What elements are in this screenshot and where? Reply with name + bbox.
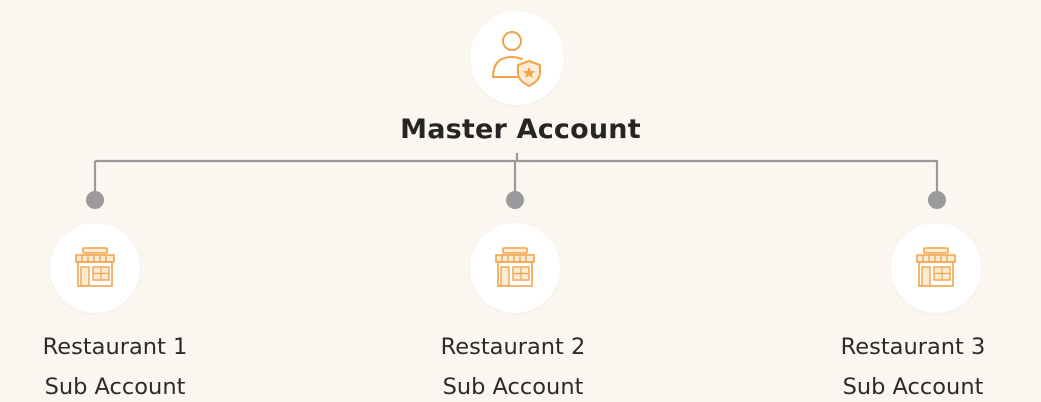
storefront-icon (495, 247, 535, 287)
subaccount-type-2: Sub Account (442, 374, 584, 400)
subaccount-avatar-1[interactable] (50, 223, 140, 313)
storefront-icon (75, 247, 115, 287)
subaccount-avatar-3[interactable] (891, 223, 981, 313)
connector-node-3 (928, 191, 946, 209)
subaccount-type-3: Sub Account (842, 374, 984, 400)
connector-node-2 (506, 191, 524, 209)
subaccount-avatar-2[interactable] (470, 223, 560, 313)
subaccount-name-1: Restaurant 1 (42, 334, 188, 360)
master-account-title: Master Account (400, 114, 641, 145)
user-shield-star-icon (492, 31, 541, 87)
subaccount-name-2: Restaurant 2 (440, 334, 586, 360)
storefront-icon (916, 247, 956, 287)
subaccount-type-1: Sub Account (44, 374, 186, 400)
master-account-avatar[interactable] (470, 11, 564, 105)
subaccount-name-3: Restaurant 3 (840, 334, 986, 360)
connector-node-1 (86, 191, 104, 209)
